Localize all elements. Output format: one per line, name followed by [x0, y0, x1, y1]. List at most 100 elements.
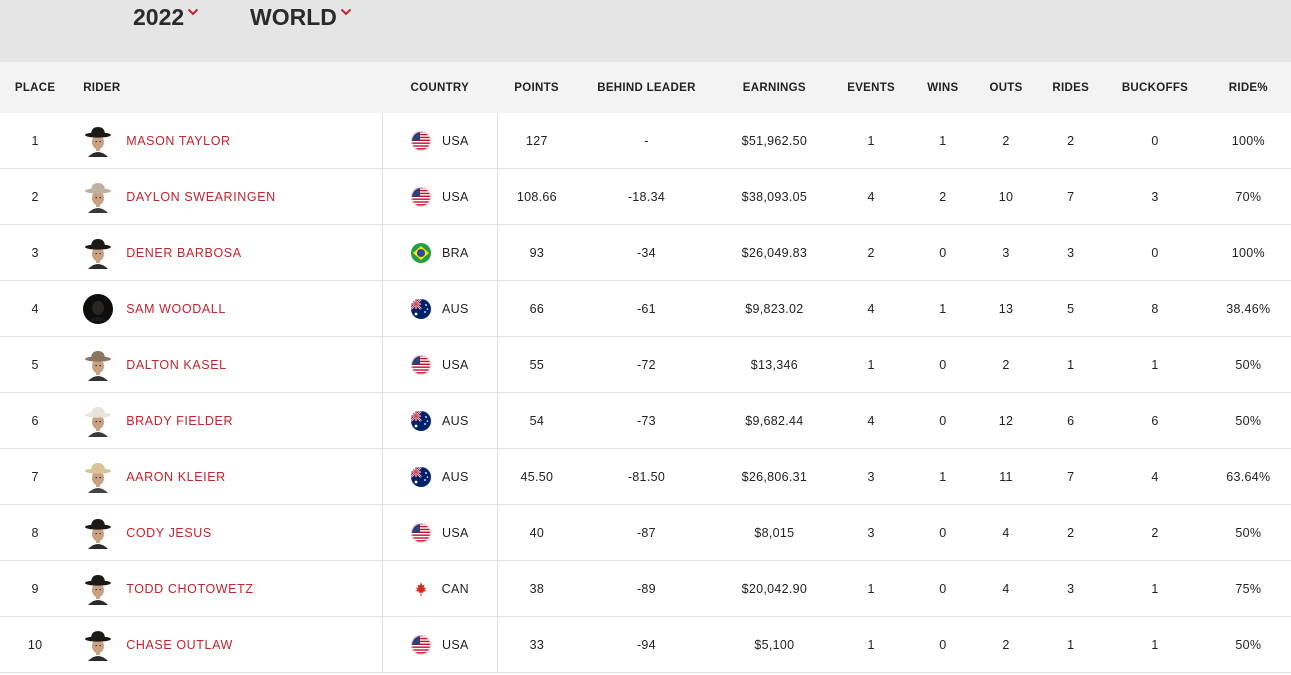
- header-buckoffs[interactable]: BUCKOFFS: [1104, 62, 1206, 113]
- behind-cell: -61: [575, 280, 718, 337]
- buckoffs-cell: 6: [1104, 392, 1206, 449]
- earnings-cell: $9,682.44: [717, 392, 832, 449]
- ridepct-cell: 50%: [1205, 392, 1291, 449]
- country-info: USA: [383, 130, 497, 151]
- rider-avatar: [85, 126, 112, 157]
- header-ride-percent[interactable]: RIDE%: [1205, 62, 1291, 113]
- header-events[interactable]: EVENTS: [831, 62, 911, 113]
- table-row[interactable]: 8 CODY JESUS USA 40 -87 $8,015 3 0 4 2 2 50%: [0, 504, 1291, 561]
- ridepct-cell: 100%: [1205, 224, 1291, 281]
- outs-cell: 2: [974, 113, 1038, 169]
- ridepct-cell: 63.64%: [1205, 448, 1291, 505]
- rider-name-link[interactable]: SAM WOODALL: [126, 302, 226, 316]
- header-place[interactable]: PLACE: [0, 62, 71, 113]
- rides-cell: 2: [1037, 504, 1105, 561]
- earnings-cell: $20,042.90: [717, 560, 832, 617]
- rides-cell: 6: [1037, 392, 1105, 449]
- country-code: AUS: [442, 469, 469, 484]
- place-cell: 6: [0, 392, 71, 449]
- table-row[interactable]: 3 DENER BARBOSA BRA 93 -34 $26,049.83 2 0 3 3 0 100…: [0, 224, 1291, 281]
- rider-name-link[interactable]: DENER BARBOSA: [126, 246, 241, 260]
- rides-cell: 3: [1037, 560, 1105, 617]
- country-cell: AUS: [382, 280, 499, 337]
- country-info: BRA: [383, 242, 497, 263]
- table-row[interactable]: 1 MASON TAYLOR USA 127- $51,962.50 1 1 2 2 0 100%: [0, 113, 1291, 169]
- events-cell: 4: [831, 392, 911, 449]
- rider-cell: CODY JESUS: [70, 504, 383, 561]
- usa-flag-icon: [411, 130, 432, 151]
- rider-name-link[interactable]: AARON KLEIER: [126, 470, 226, 484]
- header-wins[interactable]: WINS: [910, 62, 975, 113]
- australia-flag-icon: [411, 466, 432, 487]
- rider-cell: DAYLON SWEARINGEN: [70, 168, 383, 225]
- outs-cell: 13: [974, 280, 1038, 337]
- rider-name-link[interactable]: CODY JESUS: [126, 526, 212, 540]
- rides-cell: 1: [1037, 616, 1105, 673]
- rider-cell: MASON TAYLOR: [70, 113, 383, 169]
- table-row[interactable]: 2 DAYLON SWEARINGEN USA 108.66 -18.34 $38,093…: [0, 168, 1291, 225]
- events-cell: 4: [831, 168, 911, 225]
- wins-cell: 0: [910, 616, 975, 673]
- rider-cell: DENER BARBOSA: [70, 224, 383, 281]
- rider-name-link[interactable]: MASON TAYLOR: [126, 134, 230, 148]
- rider-name-link[interactable]: TODD CHOTOWETZ: [126, 582, 253, 596]
- rides-cell: 7: [1037, 448, 1105, 505]
- rider-avatar: [85, 462, 112, 493]
- rider-info: CHASE OUTLAW: [83, 629, 381, 661]
- header-outs[interactable]: OUTS: [974, 62, 1038, 113]
- table-row[interactable]: 9 TODD CHOTOWETZ CAN 38 -89 $20,042.90 1 0 4 3 1 75…: [0, 560, 1291, 617]
- country-code: CAN: [441, 581, 469, 596]
- rider-info: TODD CHOTOWETZ: [83, 573, 381, 605]
- country-info: AUS: [383, 298, 497, 319]
- place-cell: 1: [0, 113, 71, 169]
- wins-cell: 1: [910, 280, 975, 337]
- outs-cell: 11: [974, 448, 1038, 505]
- events-cell: 1: [831, 616, 911, 673]
- rides-cell: 2: [1037, 113, 1105, 169]
- rider-cell: CHASE OUTLAW: [70, 616, 383, 673]
- earnings-cell: $26,806.31: [717, 448, 832, 505]
- table-row[interactable]: 5 DALTON KASEL USA 55 -72 $13,346 1 0 2 1 1 50%: [0, 336, 1291, 393]
- events-cell: 1: [831, 560, 911, 617]
- table-row[interactable]: 10 CHASE OUTLAW USA 33 -94 $5,100 1 0 2 1 1 50%: [0, 616, 1291, 673]
- header-rides[interactable]: RIDES: [1037, 62, 1105, 113]
- table-row[interactable]: 7 AARON KLEIER AUS 45.50 -81.50 $26,806.31 3 1 1…: [0, 448, 1291, 505]
- outs-cell: 4: [974, 504, 1038, 561]
- points-cell: 40: [497, 504, 576, 561]
- country-code: BRA: [442, 245, 469, 260]
- rider-avatar: [85, 630, 112, 661]
- rider-name-link[interactable]: DAYLON SWEARINGEN: [126, 190, 276, 204]
- rider-info: AARON KLEIER: [83, 461, 381, 493]
- region-dropdown[interactable]: WORLD: [250, 4, 352, 31]
- behind-cell: -94: [575, 616, 718, 673]
- country-info: CAN: [383, 579, 497, 599]
- rides-cell: 7: [1037, 168, 1105, 225]
- place-cell: 4: [0, 280, 71, 337]
- header-country[interactable]: COUNTRY: [382, 62, 498, 113]
- rider-info: CODY JESUS: [83, 517, 381, 549]
- rides-cell: 1: [1037, 336, 1105, 393]
- country-info: AUS: [383, 466, 497, 487]
- events-cell: 1: [831, 113, 911, 169]
- behind-cell: -72: [575, 336, 718, 393]
- ridepct-cell: 38.46%: [1205, 280, 1291, 337]
- points-cell: 45.50: [497, 448, 576, 505]
- rider-name-link[interactable]: BRADY FIELDER: [126, 414, 233, 428]
- header-earnings[interactable]: EARNINGS: [717, 62, 832, 113]
- table-row[interactable]: 4 SAM WOODALL AUS 66 -61 $9,823.02 4 1 13 5 8 38.46…: [0, 280, 1291, 337]
- rider-avatar: [85, 182, 112, 213]
- rider-name-link[interactable]: CHASE OUTLAW: [126, 638, 233, 652]
- earnings-cell: $26,049.83: [717, 224, 832, 281]
- year-dropdown[interactable]: 2022: [133, 4, 199, 31]
- country-info: USA: [383, 186, 497, 207]
- table-row[interactable]: 6 BRADY FIELDER AUS 54 -73 $9,682.44 4 0 12 6 6 50%: [0, 392, 1291, 449]
- usa-flag-icon: [411, 522, 432, 543]
- header-behind-leader[interactable]: BEHIND LEADER: [575, 62, 718, 113]
- standings-table: PLACE RIDER COUNTRY POINTS BEHIND LEADER…: [0, 62, 1291, 673]
- header-rider[interactable]: RIDER: [70, 62, 383, 113]
- rider-name-link[interactable]: DALTON KASEL: [126, 358, 227, 372]
- points-cell: 127: [497, 113, 576, 169]
- chevron-down-icon: [340, 8, 352, 16]
- header-points[interactable]: POINTS: [497, 62, 576, 113]
- behind-cell: -34: [575, 224, 718, 281]
